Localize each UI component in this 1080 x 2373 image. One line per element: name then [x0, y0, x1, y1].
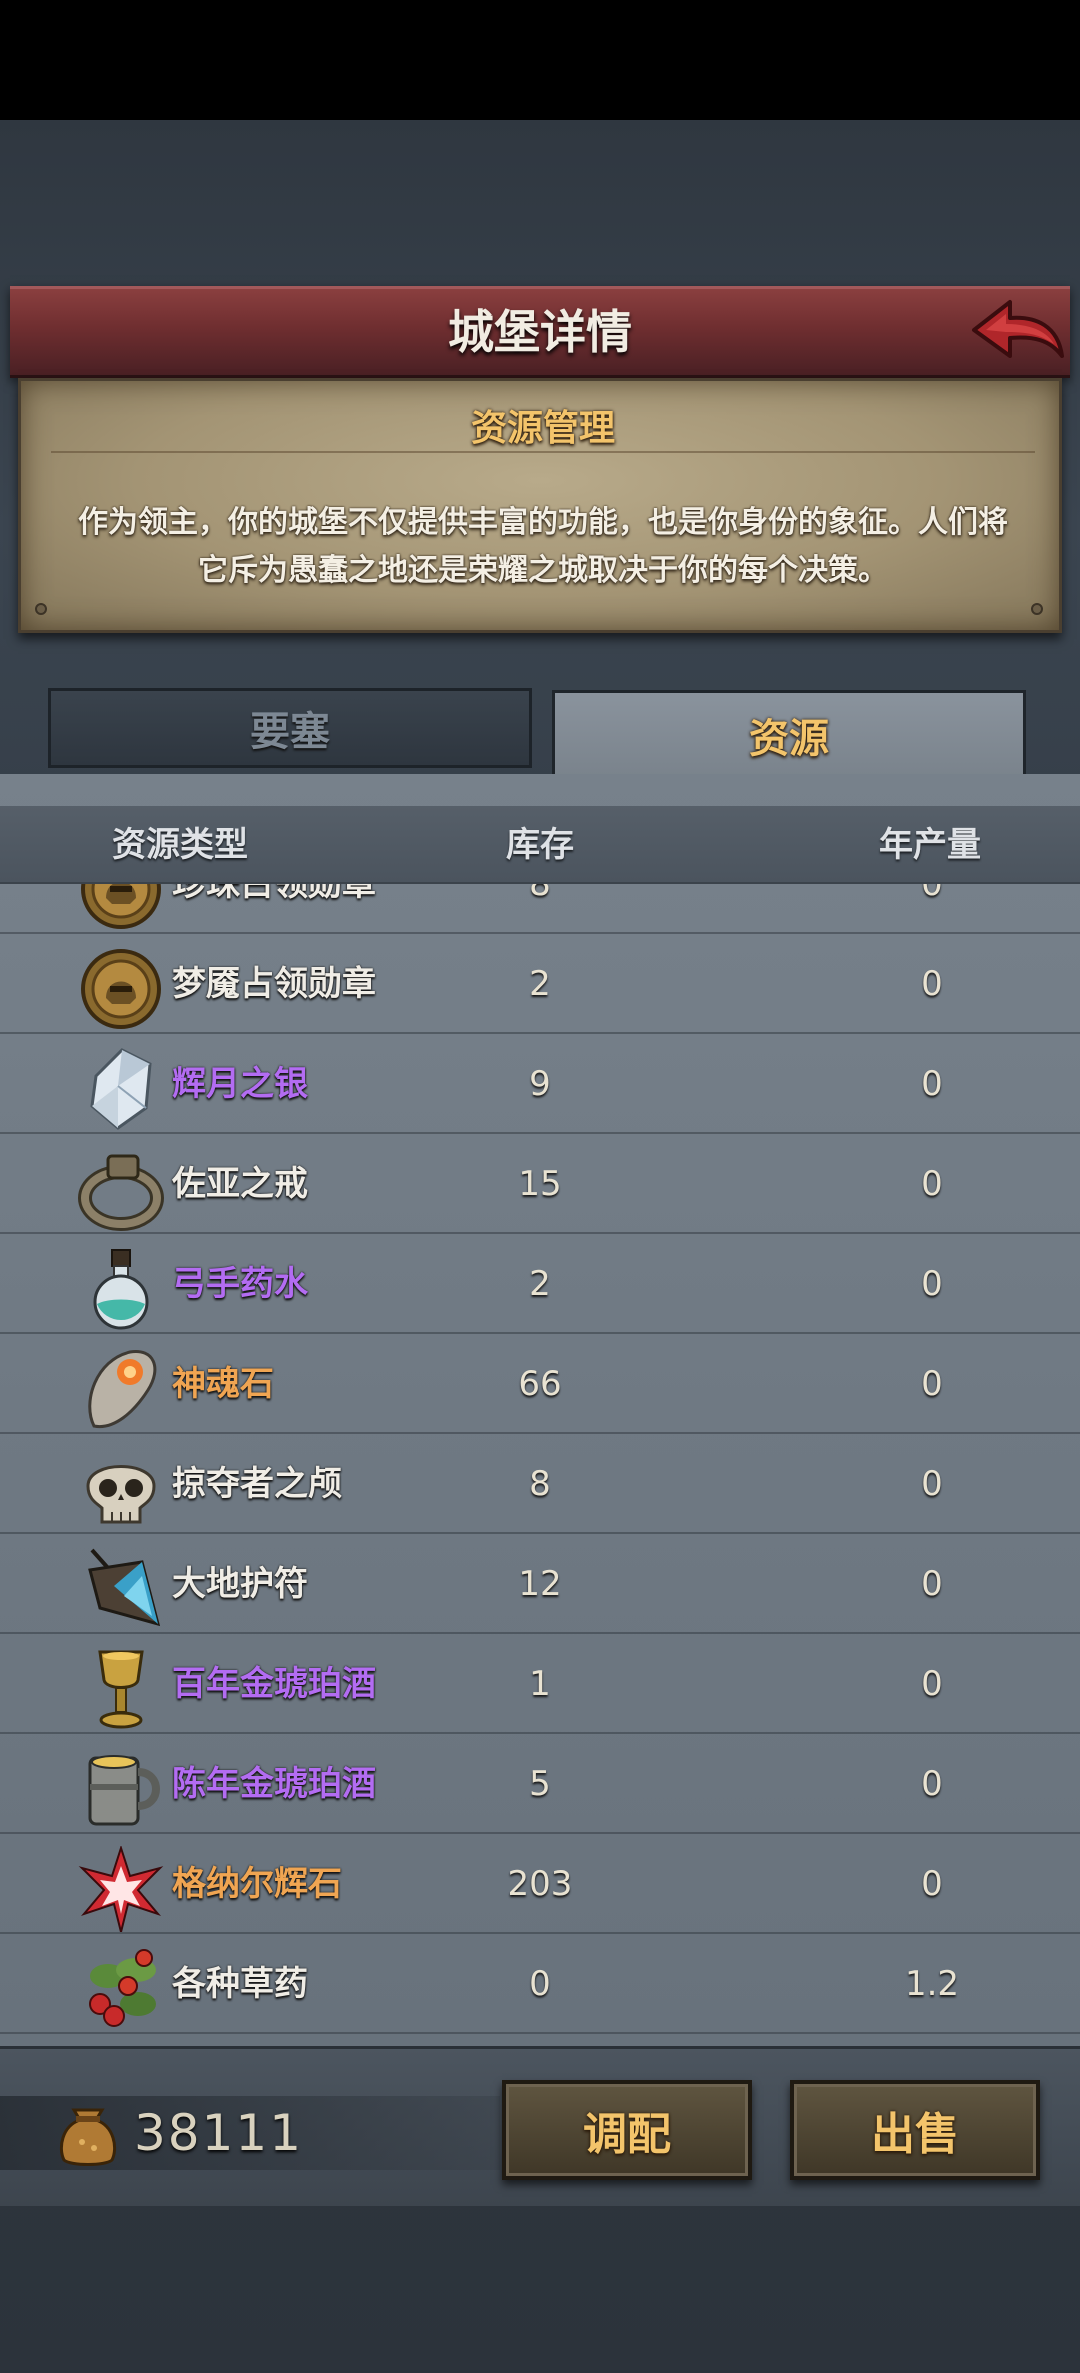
skull-icon: [86, 1465, 156, 1524]
resource-stock: 0: [529, 1964, 551, 2004]
resource-stock: 1: [529, 1664, 551, 1704]
title-bar: 城堡详情: [10, 286, 1070, 378]
game-screen: 城堡详情 资源管理 作为领主，你的城堡不仅提供丰富的功能，也是你身份的象征。人们…: [0, 0, 1080, 2373]
resource-stock: 8: [529, 1464, 551, 1504]
back-arrow-icon: [972, 300, 1064, 358]
resource-stock: 203: [507, 1864, 573, 1904]
resource-name: 佐亚之戒: [172, 1164, 308, 1204]
resource-yield: 0: [921, 1264, 943, 1304]
tab-resources[interactable]: 资源: [552, 690, 1026, 776]
gold-amount: 38111: [134, 2104, 304, 2162]
list-item[interactable]: 各种草药 0 1.2: [0, 1934, 1080, 2034]
info-heading: 资源管理: [470, 408, 615, 449]
resource-stock: 2: [529, 964, 551, 1004]
table-header: 资源类型 库存 年产量: [0, 806, 1080, 884]
resource-stock: 5: [529, 1764, 551, 1804]
resource-name: 格纳尔辉石: [172, 1864, 342, 1904]
potion-icon: [93, 1249, 149, 1330]
tankard-icon: [88, 1755, 160, 1826]
resource-stock: 66: [518, 1364, 562, 1404]
medal-icon: [81, 949, 161, 1029]
ring-icon: [78, 1154, 164, 1231]
column-header-yield: 年产量: [879, 825, 981, 865]
resource-yield: 0: [921, 1064, 943, 1104]
resource-yield: 0: [921, 1764, 943, 1804]
resource-yield: 0: [921, 1464, 943, 1504]
tab-fortress[interactable]: 要塞: [48, 688, 532, 768]
column-header-stock: 库存: [506, 825, 574, 865]
resource-name: 掠夺者之颅: [172, 1464, 342, 1504]
list-item[interactable]: 百年金琥珀酒 1 0: [0, 1634, 1080, 1734]
info-description: 作为领主，你的城堡不仅提供丰富的功能，也是你身份的象征。人们将它斥为愚蠢之地还是…: [78, 505, 1008, 588]
list-item[interactable]: 掠夺者之颅 8 0: [0, 1434, 1080, 1534]
resource-stock: 15: [518, 1164, 562, 1204]
page-title: 城堡详情: [448, 305, 632, 359]
allocate-button[interactable]: 调配: [502, 2080, 752, 2180]
resource-stock: 9: [529, 1064, 551, 1104]
list-item[interactable]: 弓手药水 2 0: [0, 1234, 1080, 1334]
resource-yield: 0: [921, 1164, 943, 1204]
amulet-icon: [88, 1548, 161, 1627]
silver-crystal-icon: [90, 1048, 152, 1130]
back-button[interactable]: [968, 294, 1068, 368]
resource-yield: 0: [921, 1564, 943, 1604]
goblet-icon: [98, 1650, 144, 1729]
list-item[interactable]: 神魂石 66 0: [0, 1334, 1080, 1434]
resource-name: 梦魇占领勋章: [172, 964, 376, 1004]
rivet-icon: [35, 603, 47, 615]
list-item[interactable]: 陈年金琥珀酒 5 0: [0, 1734, 1080, 1834]
gold-sack-icon: [59, 2108, 117, 2166]
info-panel: 资源管理 作为领主，你的城堡不仅提供丰富的功能，也是你身份的象征。人们将它斥为愚…: [18, 378, 1062, 633]
list-item[interactable]: 佐亚之戒 15 0: [0, 1134, 1080, 1234]
resource-yield: 0: [921, 1664, 943, 1704]
list-item[interactable]: 大地护符 12 0: [0, 1534, 1080, 1634]
resource-yield: 0: [921, 884, 943, 904]
list-item[interactable]: 辉月之银 9 0: [0, 1034, 1080, 1134]
resource-name: 各种草药: [172, 1964, 308, 2004]
medal-icon: [81, 884, 161, 929]
resource-yield: 0: [921, 1864, 943, 1904]
resource-name: 大地护符: [172, 1564, 308, 1604]
list-item[interactable]: 格纳尔辉石 203 0: [0, 1834, 1080, 1934]
resource-name: 百年金琥珀酒: [172, 1664, 376, 1704]
resource-name: 弓手药水: [172, 1264, 308, 1304]
list-item[interactable]: 梦魇占领勋章 2 0: [0, 934, 1080, 1034]
resource-yield: 1.2: [904, 1964, 960, 2004]
resource-stock: 12: [518, 1564, 562, 1604]
herb-icon: [89, 1949, 156, 2027]
soul-stone-icon: [88, 1350, 157, 1429]
resource-name: 神魂石: [172, 1364, 274, 1404]
resource-yield: 0: [921, 964, 943, 1004]
divider: [51, 451, 1035, 453]
resource-stock: 8: [529, 884, 551, 904]
rivet-icon: [1031, 603, 1043, 615]
column-header-type[interactable]: 资源类型: [112, 806, 248, 884]
resource-name: 辉月之银: [172, 1064, 308, 1104]
resource-stock: 2: [529, 1264, 551, 1304]
sell-button[interactable]: 出售: [790, 2080, 1040, 2180]
resource-name: 陈年金琥珀酒: [172, 1764, 376, 1804]
resource-name: 珍珠占领勋章: [172, 884, 376, 904]
star-gem-icon: [78, 1846, 164, 1932]
resource-list[interactable]: 珍珠占领勋章 8 0 梦魇占领勋章 2 0 辉月之银 9 0 佐亚之戒 15 0…: [0, 884, 1080, 2044]
resource-yield: 0: [921, 1364, 943, 1404]
list-item[interactable]: 珍珠占领勋章 8 0: [0, 884, 1080, 934]
